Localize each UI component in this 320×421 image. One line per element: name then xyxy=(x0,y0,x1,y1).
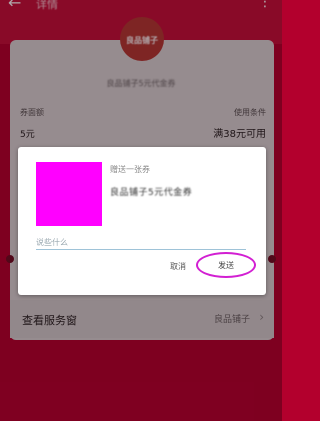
dialog-description: 良品铺子5元代金券 xyxy=(110,188,193,198)
cancel-button[interactable]: 取消 xyxy=(170,261,186,272)
share-dialog: 赠送一张券 良品铺子5元代金券 取消 发送 xyxy=(18,147,266,295)
coupon-thumbnail xyxy=(36,162,102,226)
dialog-title: 赠送一张券 xyxy=(110,165,150,174)
message-input[interactable] xyxy=(36,235,246,250)
send-button[interactable]: 发送 xyxy=(218,260,234,271)
